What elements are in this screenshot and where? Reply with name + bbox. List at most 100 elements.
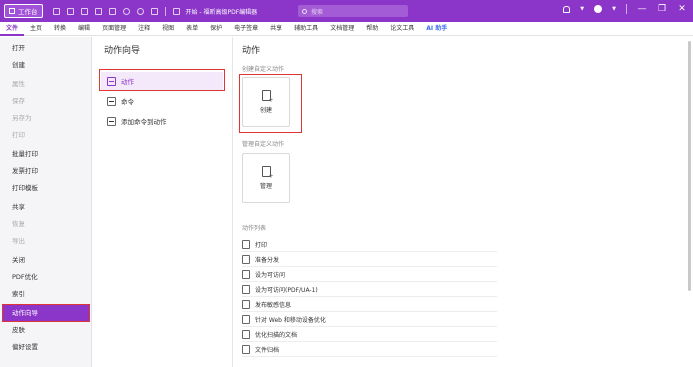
mid-item-command[interactable]: 命令 (101, 92, 223, 110)
document-icon (242, 269, 250, 279)
nav-item: 恢复 (12, 220, 25, 228)
manage-action-icon (261, 166, 274, 180)
menu-item[interactable]: 论文工具 (384, 22, 420, 36)
menu-item[interactable]: 页面管理 (96, 22, 132, 36)
menu-item[interactable]: 文件 (0, 22, 25, 36)
menu-item[interactable]: 视图 (156, 22, 180, 36)
action-list-item[interactable]: 设为可访问(PDF/UA-1) (242, 282, 497, 297)
manage-section-label: 管理自定义动作 (242, 141, 285, 148)
action-list-item[interactable]: 准备分发 (242, 252, 497, 267)
action-list-label: 设为可访问 (255, 271, 286, 279)
highlight-frame (99, 69, 225, 91)
menu-item[interactable]: 注释 (132, 22, 156, 36)
nav-item[interactable]: 偏好设置 (2, 339, 90, 355)
action-list-item[interactable]: 打印 (242, 237, 497, 252)
document-icon (242, 284, 250, 294)
workspace-label: 工作台 (18, 8, 38, 16)
mid-item-label: 添加命令到动作 (121, 118, 167, 126)
menu-item[interactable]: 保护 (204, 22, 228, 36)
highlight-frame (239, 74, 302, 133)
nav-item[interactable]: 创建 (2, 57, 90, 73)
window-controls-separator (626, 4, 627, 14)
nav-item[interactable]: 关闭 (2, 252, 90, 268)
document-icon (242, 329, 250, 339)
select-tool-icon[interactable] (150, 7, 158, 15)
menu-item[interactable]: 辅助工具 (288, 22, 324, 36)
undo-icon[interactable] (122, 7, 130, 15)
action-list-label: 发布敏感信息 (255, 301, 292, 309)
document-title: 开始 - 福昕高级PDF编辑器 (185, 8, 258, 16)
scrollbar[interactable] (688, 41, 691, 291)
menu-item[interactable]: 共享 (264, 22, 288, 36)
workspace-icon (9, 8, 15, 14)
copy-icon[interactable] (94, 7, 102, 15)
nav-item: 保存 (12, 97, 25, 105)
user-avatar-icon[interactable] (594, 5, 603, 13)
document-icon (242, 314, 250, 324)
content-title: 动作 (242, 46, 261, 56)
action-content: 动作 创建自定义动作 创建 管理自定义动作 管理 动作列表 打印准备分发设为可访… (234, 37, 693, 367)
action-list-label: 准备分发 (255, 256, 280, 264)
nav-item[interactable]: 索引 (2, 286, 90, 302)
menu-item[interactable]: 主页 (24, 22, 48, 36)
restore-icon[interactable]: ❐ (657, 4, 667, 14)
document-icon (242, 239, 250, 249)
print-icon[interactable] (80, 7, 88, 15)
document-icon (242, 344, 250, 354)
action-list-item[interactable]: 发布敏感信息 (242, 297, 497, 312)
add-command-icon (107, 116, 116, 126)
menu-item[interactable]: 表单 (180, 22, 204, 36)
manage-card-label: 管理 (259, 183, 272, 190)
notification-bell-icon[interactable] (563, 5, 571, 13)
nav-item[interactable]: 打印模板 (2, 180, 90, 196)
menu-item[interactable]: 帮助 (360, 22, 384, 36)
search-input[interactable]: 搜索 (298, 5, 408, 17)
action-list: 打印准备分发设为可访问设为可访问(PDF/UA-1) 发布敏感信息针对 Web 和… (242, 237, 497, 357)
menu-item[interactable]: 电子签章 (228, 22, 264, 36)
redo-icon[interactable] (136, 7, 144, 15)
nav-item[interactable]: PDF优化 (2, 269, 90, 285)
search-placeholder: 搜索 (311, 8, 324, 16)
action-list-label: 优化扫描的文档 (255, 331, 298, 339)
workspace-button[interactable]: 工作台 (4, 4, 43, 18)
menu-bar: 文件 主页 转换 编辑 页面管理 注释 视图 表单 保护 电子签章 共享 辅助工具 文档管理 帮助 论文工具… (0, 22, 693, 36)
nav-item[interactable]: 皮肤 (2, 322, 90, 338)
nav-item[interactable]: 打开 (2, 40, 90, 56)
file-backstage-nav: 打开 创建 属性 保存 另存为 打印 批量打印 发票打印 打印模板 共享 恢复 导出 关闭 PDF优化 索引… (0, 37, 92, 367)
menu-item[interactable]: AI 助手 (420, 22, 453, 36)
action-list-item[interactable]: 优化扫描的文档 (242, 327, 497, 342)
search-icon (302, 8, 307, 14)
action-list-label: 设为可访问(PDF/UA-1) (255, 286, 318, 294)
action-wizard-panel: 动作向导 动作 命令 添加命令到动作 (93, 37, 233, 367)
menu-item[interactable]: 文档管理 (324, 22, 360, 36)
action-list-item[interactable]: 文件归档 (242, 342, 497, 357)
open-file-icon[interactable] (52, 7, 60, 15)
action-list-label: 打印 (255, 241, 268, 249)
quick-access-toolbar (52, 6, 180, 16)
notification-chevron-down-icon[interactable]: ▼ (580, 6, 584, 12)
mid-item-label: 命令 (121, 98, 134, 106)
save-icon[interactable] (66, 7, 74, 15)
action-list-label: 针对 Web 和移动设备优化 (255, 316, 326, 324)
mid-item-add-command-to-action[interactable]: 添加命令到动作 (101, 112, 223, 130)
paste-icon[interactable] (108, 7, 116, 15)
window-controls: ▼ ▼ — ❐ ✕ (563, 4, 687, 14)
toolbar-separator (164, 6, 166, 16)
document-icon (242, 299, 250, 309)
manage-action-button[interactable]: 管理 (242, 153, 290, 203)
menu-item[interactable]: 编辑 (72, 22, 96, 36)
action-list-item[interactable]: 设为可访问 (242, 267, 497, 282)
customize-toolbar-icon[interactable] (172, 7, 180, 15)
user-chevron-down-icon[interactable]: ▼ (612, 6, 616, 12)
close-icon[interactable]: ✕ (677, 4, 687, 14)
command-icon (107, 96, 116, 106)
minimize-icon[interactable]: — (637, 4, 647, 14)
action-list-label: 动作列表 (242, 225, 267, 232)
menu-item[interactable]: 转换 (48, 22, 72, 36)
create-section-label: 创建自定义动作 (242, 66, 285, 73)
nav-item: 另存为 (12, 114, 32, 122)
nav-item[interactable]: 批量打印 (2, 146, 90, 162)
action-list-item[interactable]: 针对 Web 和移动设备优化 (242, 312, 497, 327)
nav-item[interactable]: 共享 (2, 199, 90, 215)
nav-item[interactable]: 发票打印 (2, 163, 90, 179)
